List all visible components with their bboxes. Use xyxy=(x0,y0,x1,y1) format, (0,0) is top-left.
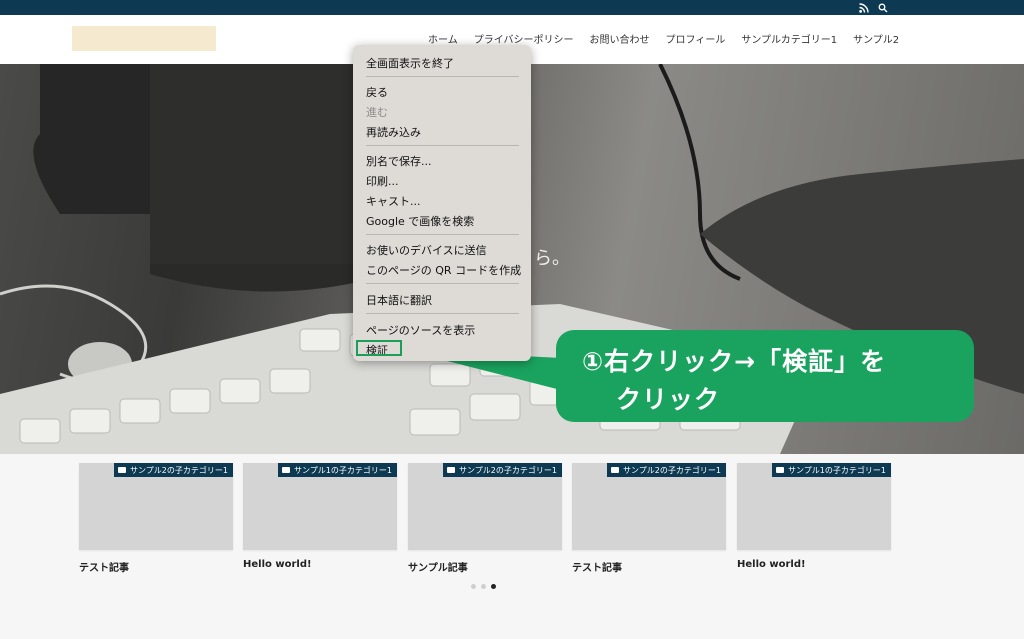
site-logo[interactable] xyxy=(72,26,216,51)
menu-item-exit-fullscreen[interactable]: 全画面表示を終了 xyxy=(366,55,454,71)
post-title[interactable]: テスト記事 xyxy=(572,559,726,574)
menu-item-search-image-google[interactable]: Google で画像を検索 xyxy=(366,213,474,229)
nav-item-contact[interactable]: お問い合わせ xyxy=(590,31,650,46)
nav-item-profile[interactable]: プロフィール xyxy=(666,31,726,46)
post-thumbnail[interactable]: サンプル1の子カテゴリー1 xyxy=(243,463,397,550)
pagination-dot-3-active[interactable] xyxy=(491,584,496,589)
post-title[interactable]: サンプル記事 xyxy=(408,559,562,574)
folder-icon xyxy=(776,467,785,473)
category-badge[interactable]: サンプル1の子カテゴリー1 xyxy=(278,463,397,477)
nav-item-home[interactable]: ホーム xyxy=(428,31,458,46)
menu-separator xyxy=(366,145,519,146)
category-label: サンプル2の子カテゴリー1 xyxy=(130,465,228,475)
category-label: サンプル2の子カテゴリー1 xyxy=(623,465,721,475)
nav-item-sample-2[interactable]: サンプル2 xyxy=(853,31,899,46)
post-thumbnail[interactable]: サンプル2の子カテゴリー1 xyxy=(79,463,233,550)
global-nav: ホーム プライバシーポリシー お問い合わせ プロフィール サンプルカテゴリー1 … xyxy=(428,31,899,46)
post-card[interactable]: サンプル1の子カテゴリー1 Hello world! xyxy=(737,463,891,570)
post-card[interactable]: サンプル2の子カテゴリー1 サンプル記事 xyxy=(408,463,562,574)
instruction-callout: ①右クリック→「検証」を クリック xyxy=(556,330,974,422)
folder-icon xyxy=(118,467,127,473)
category-badge[interactable]: サンプル1の子カテゴリー1 xyxy=(772,463,891,477)
menu-item-print[interactable]: 印刷... xyxy=(366,173,399,189)
menu-item-back[interactable]: 戻る xyxy=(366,84,388,100)
callout-line-1: ①右クリック→「検証」を xyxy=(582,347,887,376)
slider-pagination xyxy=(471,584,496,589)
folder-icon xyxy=(447,467,456,473)
menu-item-view-source[interactable]: ページのソースを表示 xyxy=(366,322,475,338)
post-card[interactable]: サンプル1の子カテゴリー1 Hello world! xyxy=(243,463,397,570)
menu-item-save-as[interactable]: 別名で保存... xyxy=(366,153,432,169)
category-badge[interactable]: サンプル2の子カテゴリー1 xyxy=(607,463,726,477)
menu-item-cast[interactable]: キャスト... xyxy=(366,193,421,209)
search-icon[interactable] xyxy=(876,1,889,14)
nav-item-privacy-policy[interactable]: プライバシーポリシー xyxy=(474,31,574,46)
hero-partial-text: ら。 xyxy=(534,248,570,269)
category-badge[interactable]: サンプル2の子カテゴリー1 xyxy=(443,463,562,477)
menu-separator xyxy=(366,313,519,314)
category-label: サンプル1の子カテゴリー1 xyxy=(294,465,392,475)
pagination-dot-2[interactable] xyxy=(481,584,486,589)
menu-item-create-qr-code[interactable]: このページの QR コードを作成 xyxy=(366,262,521,278)
menu-separator xyxy=(366,234,519,235)
post-thumbnail[interactable]: サンプル2の子カテゴリー1 xyxy=(572,463,726,550)
post-title[interactable]: Hello world! xyxy=(737,559,891,570)
rss-icon[interactable] xyxy=(857,1,870,14)
menu-separator xyxy=(366,76,519,77)
post-title[interactable]: Hello world! xyxy=(243,559,397,570)
menu-item-reload[interactable]: 再読み込み xyxy=(366,124,421,140)
context-menu: 全画面表示を終了 戻る 進む 再読み込み 別名で保存... 印刷... キャスト… xyxy=(353,45,531,361)
category-badge[interactable]: サンプル2の子カテゴリー1 xyxy=(114,463,233,477)
pagination-dot-1[interactable] xyxy=(471,584,476,589)
category-label: サンプル1の子カテゴリー1 xyxy=(788,465,886,475)
menu-item-translate[interactable]: 日本語に翻訳 xyxy=(366,292,432,308)
folder-icon xyxy=(282,467,291,473)
category-label: サンプル2の子カテゴリー1 xyxy=(459,465,557,475)
menu-item-send-to-devices[interactable]: お使いのデバイスに送信 xyxy=(366,242,487,258)
menu-separator xyxy=(366,283,519,284)
post-thumbnail[interactable]: サンプル2の子カテゴリー1 xyxy=(408,463,562,550)
menu-item-forward: 進む xyxy=(366,106,388,119)
post-title[interactable]: テスト記事 xyxy=(79,559,233,574)
top-bar xyxy=(0,0,1024,15)
folder-icon xyxy=(611,467,620,473)
nav-item-sample-category-1[interactable]: サンプルカテゴリー1 xyxy=(741,31,837,46)
post-card[interactable]: サンプル2の子カテゴリー1 テスト記事 xyxy=(572,463,726,574)
post-thumbnail[interactable]: サンプル1の子カテゴリー1 xyxy=(737,463,891,550)
post-card[interactable]: サンプル2の子カテゴリー1 テスト記事 xyxy=(79,463,233,574)
callout-line-2: クリック xyxy=(616,385,721,414)
inspect-highlight-box xyxy=(356,340,402,356)
